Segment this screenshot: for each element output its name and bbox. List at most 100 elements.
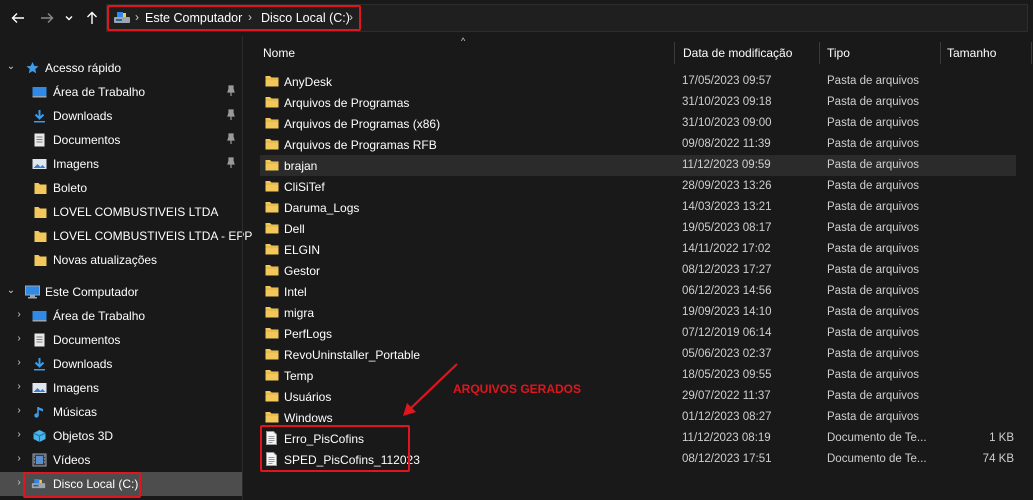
column-separator[interactable] <box>940 42 941 64</box>
column-header-size[interactable]: Tamanho <box>947 42 996 64</box>
sidebar-pc-3d-objects[interactable]: › Objetos 3D <box>0 424 242 448</box>
column-header-name[interactable]: Nome <box>263 42 295 64</box>
chevron-down-icon[interactable]: ⌄ <box>5 285 17 297</box>
sidebar-item-documents[interactable]: Documentos <box>0 128 242 152</box>
pane-splitter[interactable] <box>242 36 243 500</box>
column-separator[interactable] <box>674 42 675 64</box>
address-bar[interactable]: › Este Computador › Disco Local (C:) › <box>106 4 1028 32</box>
sidebar-item-label: LOVEL COMBUSTIVEIS LTDA - EPP <box>53 229 253 243</box>
sidebar-item-label: Objetos 3D <box>53 429 114 443</box>
image-icon <box>32 159 47 169</box>
row-type: Pasta de arquivos <box>827 348 920 360</box>
sidebar-pc-documents[interactable]: › Documentos <box>0 328 242 352</box>
folder-icon <box>34 207 47 218</box>
sidebar-pc-music[interactable]: › Músicas <box>0 400 242 424</box>
row-name: Arquivos de Programas (x86) <box>284 117 441 131</box>
file-row-folder[interactable]: ELGIN 14/11/2022 17:02 Pasta de arquivos <box>260 239 1016 260</box>
sidebar-item-boleto[interactable]: Boleto <box>0 176 242 200</box>
column-header-date[interactable]: Data de modificação <box>683 42 792 64</box>
file-row-folder[interactable]: migra 19/09/2023 14:10 Pasta de arquivos <box>260 302 1016 323</box>
file-row-folder[interactable]: PerfLogs 07/12/2019 06:14 Pasta de arquivo… <box>260 323 1016 344</box>
pin-icon[interactable] <box>226 85 236 97</box>
file-row-folder[interactable]: Gestor 08/12/2023 17:27 Pasta de arquivos <box>260 260 1016 281</box>
row-type: Pasta de arquivos <box>827 138 920 150</box>
chevron-right-icon[interactable]: › <box>13 381 25 393</box>
chevron-right-icon[interactable]: › <box>13 405 25 417</box>
computer-icon <box>25 285 40 299</box>
folder-icon <box>265 307 279 318</box>
arrow-right-icon <box>41 13 54 23</box>
up-button[interactable] <box>82 8 102 28</box>
row-size: 74 KB <box>982 453 1014 465</box>
crumb-separator-icon[interactable]: › <box>349 10 353 24</box>
row-type: Pasta de arquivos <box>827 411 920 423</box>
sidebar-item-novas-atualizacoes[interactable]: Novas atualizações <box>0 248 242 272</box>
row-type: Pasta de arquivos <box>827 201 920 213</box>
file-row-folder[interactable]: Temp 18/05/2023 09:55 Pasta de arquivos <box>260 365 1016 386</box>
row-date: 29/07/2022 11:37 <box>682 390 771 402</box>
file-row-folder[interactable]: Daruma_Logs 14/03/2023 13:21 Pasta de arqu… <box>260 197 1016 218</box>
file-row-folder[interactable]: brajan 11/12/2023 09:59 Pasta de arquivos <box>260 155 1016 176</box>
chevron-right-icon[interactable]: › <box>13 453 25 465</box>
chevron-down-icon[interactable]: ⌄ <box>5 61 17 73</box>
row-name: Intel <box>284 285 307 299</box>
sidebar-item-label: Imagens <box>53 381 100 395</box>
row-date: 17/05/2023 09:57 <box>682 75 772 87</box>
sidebar-item-lovel-epp[interactable]: LOVEL COMBUSTIVEIS LTDA - EPP <box>0 224 252 248</box>
file-row-folder[interactable]: Usuários 29/07/2022 11:37 Pasta de arquivo… <box>260 386 1016 407</box>
crumb-this-pc[interactable]: Este Computador <box>145 11 242 25</box>
pin-icon[interactable] <box>226 133 236 145</box>
sidebar-item-label: Vídeos <box>53 453 91 467</box>
sidebar-item-lovel-ltda[interactable]: LOVEL COMBUSTIVEIS LTDA <box>0 200 242 224</box>
crumb-local-disk[interactable]: Disco Local (C:) <box>261 11 350 25</box>
file-row-folder[interactable]: Intel 06/12/2023 14:56 Pasta de arquivos <box>260 281 1016 302</box>
file-row-folder[interactable]: CliSiTef 28/09/2023 13:26 Pasta de arquivo… <box>260 176 1016 197</box>
file-row-folder[interactable]: AnyDesk 17/05/2023 09:57 Pasta de arquivos <box>260 71 1016 92</box>
navigation-pane: ⌄ Acesso rápido Área de Trabalho Downloa… <box>0 36 252 500</box>
back-button[interactable] <box>8 8 28 28</box>
sidebar-pc-videos[interactable]: › Vídeos <box>0 448 242 472</box>
local-disk-highlight-box <box>23 472 141 498</box>
sidebar-quick-access[interactable]: ⌄ Acesso rápido <box>0 56 242 80</box>
sidebar-item-desktop[interactable]: Área de Trabalho <box>0 80 242 104</box>
row-date: 09/08/2022 11:39 <box>682 138 771 150</box>
file-row-folder[interactable]: Arquivos de Programas 31/10/2023 09:18 Pas… <box>260 92 1016 113</box>
row-name: CliSiTef <box>284 180 325 194</box>
sidebar-item-images[interactable]: Imagens <box>0 152 242 176</box>
folder-icon <box>265 328 279 339</box>
sidebar-item-label: Documentos <box>53 333 121 347</box>
row-name: Arquivos de Programas RFB <box>284 138 437 152</box>
sort-ascending-icon: ^ <box>461 36 466 46</box>
sidebar-pc-downloads[interactable]: › Downloads <box>0 352 242 376</box>
folder-icon <box>265 223 279 234</box>
recent-locations-button[interactable] <box>62 8 76 28</box>
chevron-right-icon[interactable]: › <box>13 429 25 441</box>
row-type: Pasta de arquivos <box>827 180 920 192</box>
column-separator[interactable] <box>819 42 820 64</box>
forward-button[interactable] <box>37 8 57 28</box>
file-row-folder[interactable]: Arquivos de Programas RFB 09/08/2022 11:3… <box>260 134 1016 155</box>
chevron-right-icon[interactable]: › <box>13 309 25 321</box>
pin-icon[interactable] <box>226 157 236 169</box>
sidebar-item-label: Documentos <box>53 133 121 147</box>
file-row-folder[interactable]: RevoUninstaller_Portable 05/06/2023 02:37… <box>260 344 1016 365</box>
chevron-right-icon[interactable]: › <box>13 357 25 369</box>
music-icon <box>34 407 43 418</box>
row-type: Pasta de arquivos <box>827 117 920 129</box>
file-row-folder[interactable]: Dell 19/05/2023 08:17 Pasta de arquivos <box>260 218 1016 239</box>
sidebar-item-label: Downloads <box>53 357 113 371</box>
column-separator[interactable] <box>1031 42 1032 64</box>
row-type: Pasta de arquivos <box>827 159 920 171</box>
sidebar-this-pc[interactable]: ⌄ Este Computador <box>0 280 242 304</box>
chevron-right-icon[interactable]: › <box>13 333 25 345</box>
pin-icon[interactable] <box>226 109 236 121</box>
sidebar-pc-images[interactable]: › Imagens <box>0 376 242 400</box>
chevron-down-icon <box>65 16 73 21</box>
row-name: Temp <box>284 369 314 383</box>
column-header-type[interactable]: Tipo <box>827 42 850 64</box>
row-type: Documento de Te... <box>827 453 927 465</box>
sidebar-pc-desktop[interactable]: › Área de Trabalho <box>0 304 242 328</box>
sidebar-item-label: Imagens <box>53 157 100 171</box>
file-row-folder[interactable]: Arquivos de Programas (x86) 31/10/2023 09… <box>260 113 1016 134</box>
sidebar-item-downloads[interactable]: Downloads <box>0 104 242 128</box>
